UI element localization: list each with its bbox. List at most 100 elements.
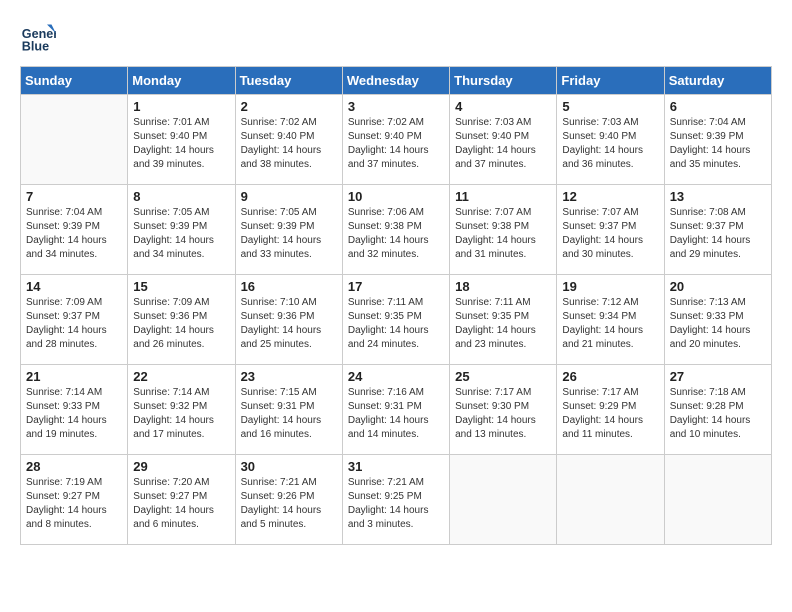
- calendar-cell: 10 Sunrise: 7:06 AM Sunset: 9:38 PM Dayli…: [342, 185, 449, 275]
- weekday-header: Saturday: [664, 67, 771, 95]
- day-number: 24: [348, 369, 444, 384]
- calendar-cell: 22 Sunrise: 7:14 AM Sunset: 9:32 PM Dayli…: [128, 365, 235, 455]
- calendar-cell: 13 Sunrise: 7:08 AM Sunset: 9:37 PM Dayli…: [664, 185, 771, 275]
- day-info: Sunrise: 7:14 AM Sunset: 9:32 PM Dayligh…: [133, 386, 229, 442]
- calendar-cell: 24 Sunrise: 7:16 AM Sunset: 9:31 PM Dayli…: [342, 365, 449, 455]
- day-info: Sunrise: 7:07 AM Sunset: 9:38 PM Dayligh…: [455, 206, 551, 262]
- day-info: Sunrise: 7:01 AM Sunset: 9:40 PM Dayligh…: [133, 116, 229, 172]
- day-number: 20: [670, 279, 766, 294]
- weekday-header: Sunday: [21, 67, 128, 95]
- day-number: 30: [241, 459, 337, 474]
- calendar-cell: [664, 455, 771, 545]
- calendar-cell: 6 Sunrise: 7:04 AM Sunset: 9:39 PM Daylig…: [664, 95, 771, 185]
- day-number: 13: [670, 189, 766, 204]
- day-number: 19: [562, 279, 658, 294]
- weekday-header: Thursday: [450, 67, 557, 95]
- calendar-cell: 3 Sunrise: 7:02 AM Sunset: 9:40 PM Daylig…: [342, 95, 449, 185]
- day-number: 26: [562, 369, 658, 384]
- day-info: Sunrise: 7:06 AM Sunset: 9:38 PM Dayligh…: [348, 206, 444, 262]
- calendar-cell: 29 Sunrise: 7:20 AM Sunset: 9:27 PM Dayli…: [128, 455, 235, 545]
- day-number: 2: [241, 99, 337, 114]
- day-number: 8: [133, 189, 229, 204]
- day-info: Sunrise: 7:03 AM Sunset: 9:40 PM Dayligh…: [562, 116, 658, 172]
- day-number: 18: [455, 279, 551, 294]
- day-number: 28: [26, 459, 122, 474]
- day-number: 1: [133, 99, 229, 114]
- day-number: 5: [562, 99, 658, 114]
- day-number: 16: [241, 279, 337, 294]
- day-number: 6: [670, 99, 766, 114]
- calendar-cell: 28 Sunrise: 7:19 AM Sunset: 9:27 PM Dayli…: [21, 455, 128, 545]
- weekday-header: Monday: [128, 67, 235, 95]
- calendar-table: SundayMondayTuesdayWednesdayThursdayFrid…: [20, 66, 772, 545]
- day-number: 21: [26, 369, 122, 384]
- calendar-cell: 5 Sunrise: 7:03 AM Sunset: 9:40 PM Daylig…: [557, 95, 664, 185]
- day-number: 27: [670, 369, 766, 384]
- calendar-cell: 14Sunrise: 7:09 AM Sunset: 9:37 PM Dayli…: [21, 275, 128, 365]
- day-number: 3: [348, 99, 444, 114]
- calendar-cell: 7 Sunrise: 7:04 AM Sunset: 9:39 PM Daylig…: [21, 185, 128, 275]
- day-info: Sunrise: 7:17 AM Sunset: 9:29 PM Dayligh…: [562, 386, 658, 442]
- day-number: 31: [348, 459, 444, 474]
- day-info: Sunrise: 7:18 AM Sunset: 9:28 PM Dayligh…: [670, 386, 766, 442]
- day-info: Sunrise: 7:08 AM Sunset: 9:37 PM Dayligh…: [670, 206, 766, 262]
- logo: General Blue: [20, 20, 56, 56]
- day-number: 23: [241, 369, 337, 384]
- day-info: Sunrise: 7:07 AM Sunset: 9:37 PM Dayligh…: [562, 206, 658, 262]
- day-info: Sunrise: 7:02 AM Sunset: 9:40 PM Dayligh…: [241, 116, 337, 172]
- day-number: 9: [241, 189, 337, 204]
- day-number: 4: [455, 99, 551, 114]
- calendar-cell: 23 Sunrise: 7:15 AM Sunset: 9:31 PM Dayli…: [235, 365, 342, 455]
- day-info: Sunrise: 7:17 AM Sunset: 9:30 PM Dayligh…: [455, 386, 551, 442]
- logo-icon: General Blue: [20, 20, 56, 56]
- day-info: Sunrise: 7:14 AM Sunset: 9:33 PM Dayligh…: [26, 386, 122, 442]
- calendar-cell: 11 Sunrise: 7:07 AM Sunset: 9:38 PM Dayli…: [450, 185, 557, 275]
- weekday-header: Wednesday: [342, 67, 449, 95]
- calendar-cell: 4 Sunrise: 7:03 AM Sunset: 9:40 PM Daylig…: [450, 95, 557, 185]
- weekday-header: Tuesday: [235, 67, 342, 95]
- calendar-cell: 16 Sunrise: 7:10 AM Sunset: 9:36 PM Dayli…: [235, 275, 342, 365]
- calendar-cell: 8 Sunrise: 7:05 AM Sunset: 9:39 PM Daylig…: [128, 185, 235, 275]
- calendar-cell: 30 Sunrise: 7:21 AM Sunset: 9:26 PM Dayli…: [235, 455, 342, 545]
- calendar-cell: 19 Sunrise: 7:12 AM Sunset: 9:34 PM Dayli…: [557, 275, 664, 365]
- calendar-cell: [557, 455, 664, 545]
- day-info: Sunrise: 7:03 AM Sunset: 9:40 PM Dayligh…: [455, 116, 551, 172]
- day-info: Sunrise: 7:15 AM Sunset: 9:31 PM Dayligh…: [241, 386, 337, 442]
- day-number: 12: [562, 189, 658, 204]
- day-info: Sunrise: 7:04 AM Sunset: 9:39 PM Dayligh…: [670, 116, 766, 172]
- day-number: 10: [348, 189, 444, 204]
- day-info: Sunrise: 7:04 AM Sunset: 9:39 PM Dayligh…: [26, 206, 122, 262]
- day-info: Sunrise: 7:10 AM Sunset: 9:36 PM Dayligh…: [241, 296, 337, 352]
- day-number: 29: [133, 459, 229, 474]
- weekday-header: Friday: [557, 67, 664, 95]
- day-info: Sunrise: 7:11 AM Sunset: 9:35 PM Dayligh…: [455, 296, 551, 352]
- day-info: Sunrise: 7:12 AM Sunset: 9:34 PM Dayligh…: [562, 296, 658, 352]
- day-info: Sunrise: 7:09 AM Sunset: 9:36 PM Dayligh…: [133, 296, 229, 352]
- day-info: Sunrise: 7:21 AM Sunset: 9:25 PM Dayligh…: [348, 476, 444, 532]
- calendar-cell: 17Sunrise: 7:11 AM Sunset: 9:35 PM Dayli…: [342, 275, 449, 365]
- calendar-cell: 18 Sunrise: 7:11 AM Sunset: 9:35 PM Dayli…: [450, 275, 557, 365]
- calendar-cell: 1 Sunrise: 7:01 AM Sunset: 9:40 PM Daylig…: [128, 95, 235, 185]
- calendar-cell: 15Sunrise: 7:09 AM Sunset: 9:36 PM Dayli…: [128, 275, 235, 365]
- day-number: 17: [348, 279, 444, 294]
- calendar-cell: 26 Sunrise: 7:17 AM Sunset: 9:29 PM Dayli…: [557, 365, 664, 455]
- day-number: 25: [455, 369, 551, 384]
- day-number: 14: [26, 279, 122, 294]
- day-number: 7: [26, 189, 122, 204]
- calendar-cell: 25 Sunrise: 7:17 AM Sunset: 9:30 PM Dayli…: [450, 365, 557, 455]
- header: General Blue: [20, 20, 772, 56]
- calendar-cell: 27 Sunrise: 7:18 AM Sunset: 9:28 PM Dayli…: [664, 365, 771, 455]
- day-number: 11: [455, 189, 551, 204]
- day-info: Sunrise: 7:02 AM Sunset: 9:40 PM Dayligh…: [348, 116, 444, 172]
- day-info: Sunrise: 7:19 AM Sunset: 9:27 PM Dayligh…: [26, 476, 122, 532]
- calendar-cell: 9Sunrise: 7:05 AM Sunset: 9:39 PM Daylig…: [235, 185, 342, 275]
- day-info: Sunrise: 7:16 AM Sunset: 9:31 PM Dayligh…: [348, 386, 444, 442]
- svg-text:Blue: Blue: [22, 40, 49, 54]
- day-info: Sunrise: 7:05 AM Sunset: 9:39 PM Dayligh…: [133, 206, 229, 262]
- calendar-cell: [21, 95, 128, 185]
- day-info: Sunrise: 7:21 AM Sunset: 9:26 PM Dayligh…: [241, 476, 337, 532]
- day-number: 22: [133, 369, 229, 384]
- day-info: Sunrise: 7:13 AM Sunset: 9:33 PM Dayligh…: [670, 296, 766, 352]
- day-info: Sunrise: 7:20 AM Sunset: 9:27 PM Dayligh…: [133, 476, 229, 532]
- calendar-cell: 20 Sunrise: 7:13 AM Sunset: 9:33 PM Dayli…: [664, 275, 771, 365]
